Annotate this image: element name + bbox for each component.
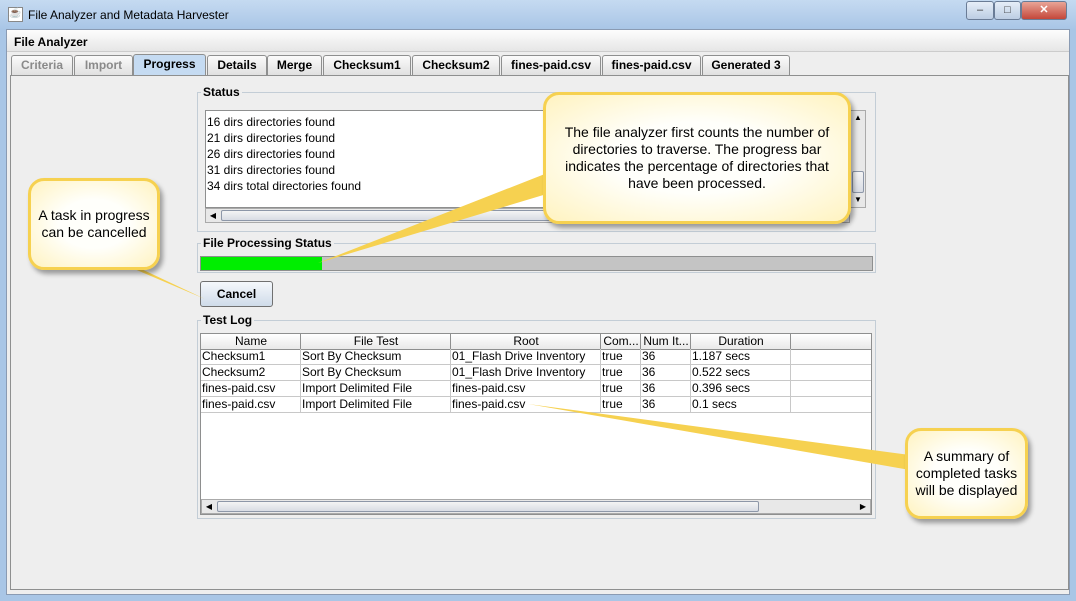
progress-callout-pointer	[318, 170, 560, 263]
cancel-callout: A task in progress can be cancelled	[28, 178, 160, 270]
summary-callout-pointer	[528, 404, 910, 470]
progress-callout: The file analyzer first counts the numbe…	[543, 92, 851, 224]
summary-callout: A summary of completed tasks will be dis…	[905, 428, 1028, 519]
